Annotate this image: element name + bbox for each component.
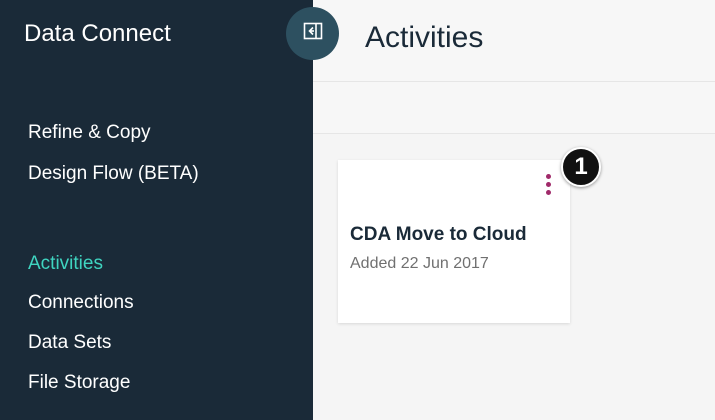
activity-card-date: Added 22 Jun 2017 <box>350 255 489 272</box>
callout-badge: 1 <box>561 147 601 187</box>
sidebar-item-design-flow[interactable]: Design Flow (BETA) <box>28 163 199 185</box>
page-header: Activities <box>313 0 715 82</box>
sidebar-item-file-storage[interactable]: File Storage <box>28 372 130 394</box>
kebab-dot <box>545 174 551 179</box>
kebab-menu-icon[interactable] <box>540 174 556 198</box>
sidebar-item-connections[interactable]: Connections <box>28 292 134 314</box>
collapse-sidebar-button[interactable] <box>286 7 339 60</box>
sidebar: Data Connect Refine & Copy Design Flow (… <box>0 0 313 420</box>
sidebar-item-refine-copy[interactable]: Refine & Copy <box>28 122 151 144</box>
sidebar-item-data-sets[interactable]: Data Sets <box>28 332 111 354</box>
app-title: Data Connect <box>24 20 171 47</box>
kebab-dot <box>545 190 551 195</box>
page-title: Activities <box>365 21 484 54</box>
collapse-sidebar-icon <box>303 22 323 45</box>
toolbar-bar <box>313 82 715 134</box>
activity-card-title: CDA Move to Cloud <box>350 224 527 245</box>
sidebar-item-activities[interactable]: Activities <box>28 253 103 275</box>
kebab-dot <box>545 182 551 187</box>
activity-card[interactable]: CDA Move to Cloud Added 22 Jun 2017 <box>338 160 570 323</box>
